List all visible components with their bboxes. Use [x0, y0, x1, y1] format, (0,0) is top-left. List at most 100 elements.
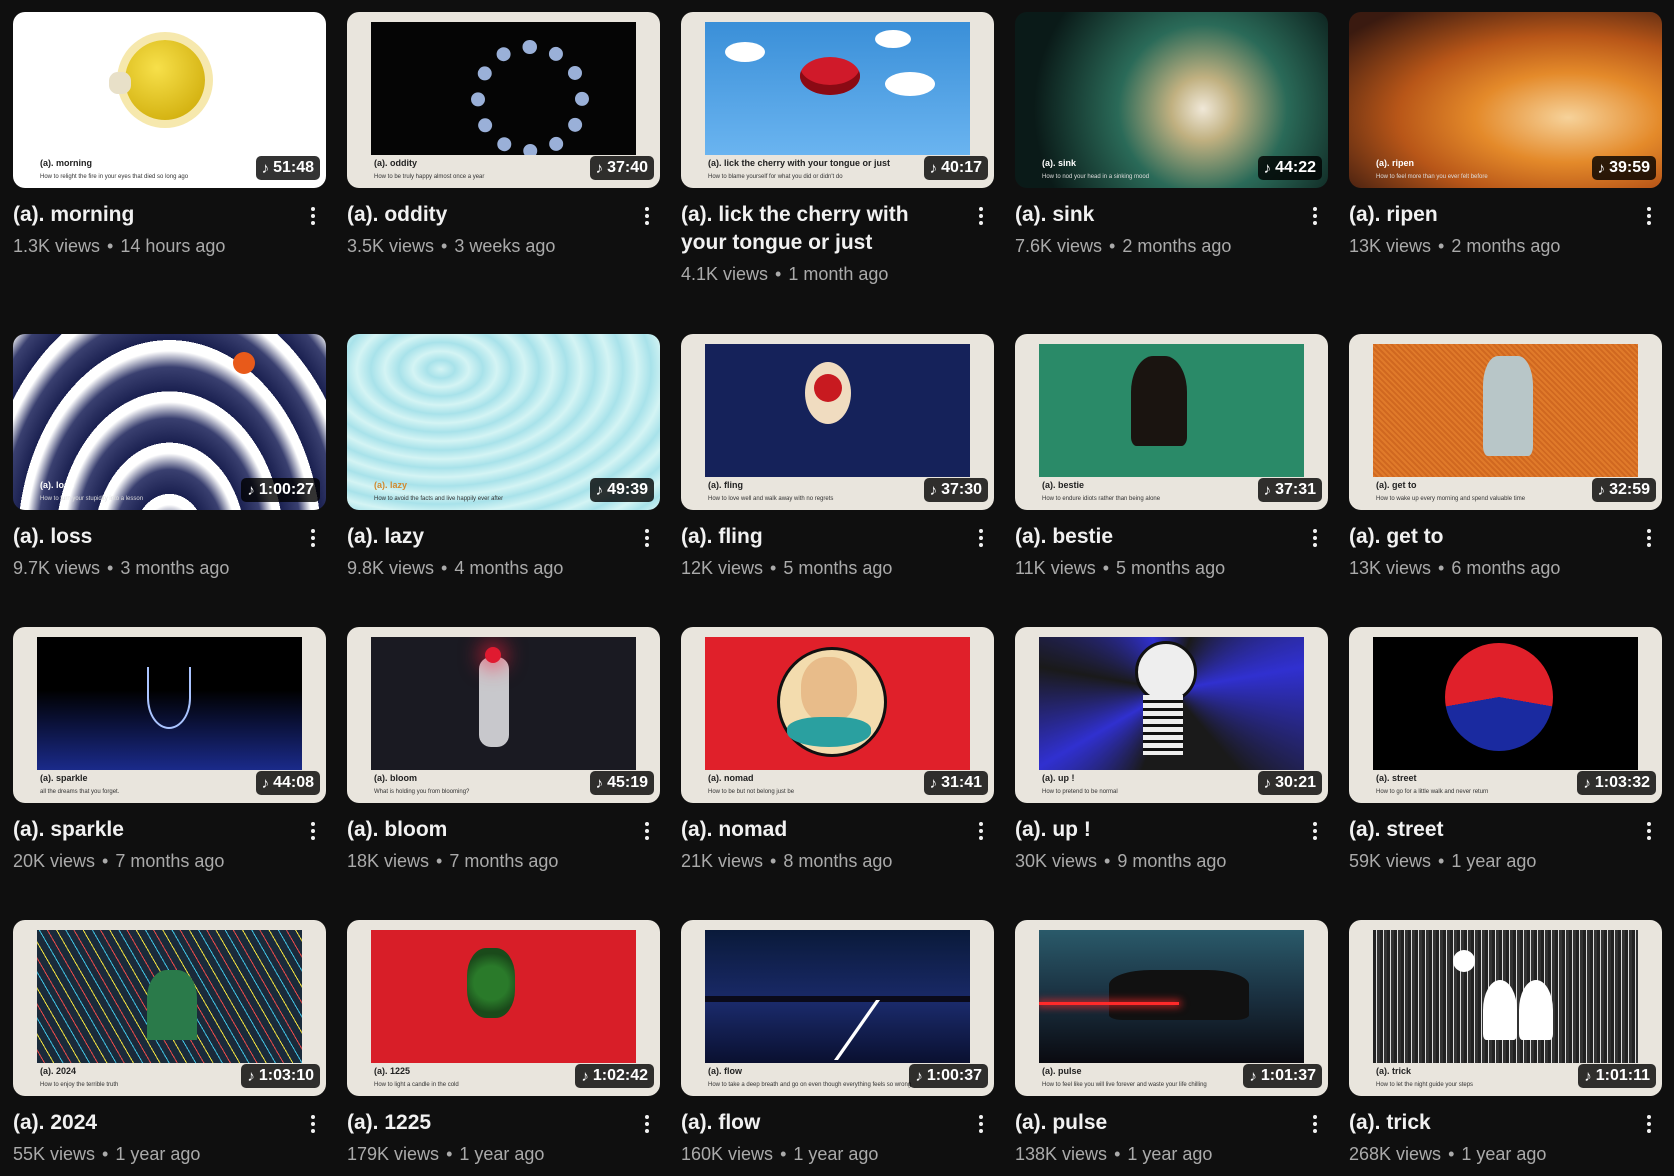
duration-badge: ♪ 51:48 — [255, 156, 320, 180]
thumbnail-caption-title: (a). oddity — [374, 158, 417, 168]
more-vert-icon[interactable] — [971, 818, 991, 844]
more-vert-icon[interactable] — [1639, 1111, 1659, 1137]
video-card[interactable]: (a). sink How to nod your head in a sink… — [1015, 12, 1328, 334]
upload-age: 14 hours ago — [120, 236, 226, 256]
video-title[interactable]: (a). 1225 — [347, 1109, 624, 1137]
more-vert-icon[interactable] — [637, 525, 657, 551]
video-card[interactable]: (a). street How to go for a little walk … — [1349, 627, 1662, 920]
video-title[interactable]: (a). trick — [1349, 1109, 1626, 1137]
video-thumbnail[interactable]: (a). fling How to love well and walk awa… — [681, 334, 994, 510]
video-title[interactable]: (a). pulse — [1015, 1109, 1292, 1137]
thumbnail-caption-subtitle: How to go for a little walk and never re… — [1376, 789, 1489, 795]
video-card[interactable]: (a). 1225 How to light a candle in the c… — [347, 920, 660, 1176]
more-vert-icon[interactable] — [1305, 203, 1325, 229]
more-vert-icon[interactable] — [971, 1111, 991, 1137]
video-title[interactable]: (a). sparkle — [13, 816, 290, 844]
video-thumbnail[interactable]: (a). lazy How to avoid the facts and liv… — [347, 334, 660, 510]
video-card[interactable]: (a). ripen How to feel more than you eve… — [1349, 12, 1662, 334]
video-title[interactable]: (a). sink — [1015, 201, 1292, 229]
video-title[interactable]: (a). street — [1349, 816, 1626, 844]
video-thumbnail[interactable]: (a). pulse How to feel like you will liv… — [1015, 920, 1328, 1096]
more-vert-icon[interactable] — [1305, 818, 1325, 844]
video-thumbnail[interactable]: (a). street How to go for a little walk … — [1349, 627, 1662, 803]
video-thumbnail[interactable]: (a). loss How to turn your stupidity int… — [13, 334, 326, 510]
video-title[interactable]: (a). 2024 — [13, 1109, 290, 1137]
video-stats: 13K views • 6 months ago — [1349, 557, 1626, 579]
video-card[interactable]: (a). loss How to turn your stupidity int… — [13, 334, 326, 627]
video-title[interactable]: (a). bestie — [1015, 523, 1292, 551]
more-vert-icon[interactable] — [1305, 1111, 1325, 1137]
more-vert-icon[interactable] — [1639, 203, 1659, 229]
more-vert-icon[interactable] — [971, 203, 991, 229]
video-thumbnail[interactable]: (a). bestie How to endure idiots rather … — [1015, 334, 1328, 510]
video-title[interactable]: (a). morning — [13, 201, 290, 229]
upload-age: 1 year ago — [1451, 851, 1537, 871]
video-title[interactable]: (a). nomad — [681, 816, 958, 844]
video-card[interactable]: (a). trick How to let the night guide yo… — [1349, 920, 1662, 1176]
more-vert-icon[interactable] — [637, 203, 657, 229]
more-vert-icon[interactable] — [303, 525, 323, 551]
duration-text: 1:01:37 — [1260, 1067, 1316, 1084]
video-stats: 12K views • 5 months ago — [681, 557, 958, 579]
more-vert-icon[interactable] — [1639, 525, 1659, 551]
more-vert-icon[interactable] — [971, 525, 991, 551]
video-title[interactable]: (a). oddity — [347, 201, 624, 229]
video-card[interactable]: (a). lazy How to avoid the facts and liv… — [347, 334, 660, 627]
video-card[interactable]: (a). oddity How to be truly happy almost… — [347, 12, 660, 334]
video-thumbnail[interactable]: (a). 1225 How to light a candle in the c… — [347, 920, 660, 1096]
duration-text: 30:21 — [1275, 774, 1316, 791]
video-card[interactable]: (a). flow How to take a deep breath and … — [681, 920, 994, 1176]
video-title[interactable]: (a). loss — [13, 523, 290, 551]
more-vert-icon[interactable] — [303, 1111, 323, 1137]
thumbnail-caption-title: (a). up ! — [1042, 773, 1075, 783]
video-title[interactable]: (a). lick the cherry with your tongue or… — [681, 201, 958, 257]
video-thumbnail[interactable]: (a). flow How to take a deep breath and … — [681, 920, 994, 1096]
video-thumbnail[interactable]: (a). lick the cherry with your tongue or… — [681, 12, 994, 188]
video-card[interactable]: (a). pulse How to feel like you will liv… — [1015, 920, 1328, 1176]
video-thumbnail[interactable]: (a). nomad How to be but not belong just… — [681, 627, 994, 803]
upload-age: 1 year ago — [459, 1144, 545, 1164]
duration-badge: ♪ 1:00:27 — [241, 478, 320, 502]
video-title[interactable]: (a). flow — [681, 1109, 958, 1137]
video-thumbnail[interactable]: (a). oddity How to be truly happy almost… — [347, 12, 660, 188]
thumbnail-caption-subtitle: How to relight the fire in your eyes tha… — [40, 174, 189, 180]
video-card[interactable]: (a). bestie How to endure idiots rather … — [1015, 334, 1328, 627]
video-title[interactable]: (a). ripen — [1349, 201, 1626, 229]
video-card[interactable]: (a). 2024 How to enjoy the terrible trut… — [13, 920, 326, 1176]
video-card[interactable]: (a). morning How to relight the fire in … — [13, 12, 326, 334]
video-thumbnail[interactable]: (a). sparkle all the dreams that you for… — [13, 627, 326, 803]
more-vert-icon[interactable] — [303, 818, 323, 844]
view-count: 21K views — [681, 851, 764, 871]
thumbnail-caption-subtitle: How to love well and walk away with no r… — [708, 496, 834, 502]
more-vert-icon[interactable] — [1639, 818, 1659, 844]
video-card[interactable]: (a). up ! How to pretend to be normal ♪ … — [1015, 627, 1328, 920]
music-note-icon: ♪ — [261, 159, 270, 177]
video-card[interactable]: (a). nomad How to be but not belong just… — [681, 627, 994, 920]
video-title[interactable]: (a). get to — [1349, 523, 1626, 551]
video-card[interactable]: (a). lick the cherry with your tongue or… — [681, 12, 994, 334]
video-title[interactable]: (a). lazy — [347, 523, 624, 551]
video-thumbnail[interactable]: (a). trick How to let the night guide yo… — [1349, 920, 1662, 1096]
video-thumbnail[interactable]: (a). ripen How to feel more than you eve… — [1349, 12, 1662, 188]
video-card[interactable]: (a). bloom What is holding you from bloo… — [347, 627, 660, 920]
video-title[interactable]: (a). fling — [681, 523, 958, 551]
video-stats: 179K views • 1 year ago — [347, 1143, 624, 1165]
video-thumbnail[interactable]: (a). up ! How to pretend to be normal ♪ … — [1015, 627, 1328, 803]
more-vert-icon[interactable] — [303, 203, 323, 229]
video-card[interactable]: (a). fling How to love well and walk awa… — [681, 334, 994, 627]
more-vert-icon[interactable] — [637, 818, 657, 844]
video-thumbnail[interactable]: (a). get to How to wake up every morning… — [1349, 334, 1662, 510]
video-thumbnail[interactable]: (a). morning How to relight the fire in … — [13, 12, 326, 188]
thumbnail-frame — [1373, 344, 1638, 477]
video-title[interactable]: (a). up ! — [1015, 816, 1292, 844]
more-vert-icon[interactable] — [1305, 525, 1325, 551]
video-thumbnail[interactable]: (a). bloom What is holding you from bloo… — [347, 627, 660, 803]
video-title[interactable]: (a). bloom — [347, 816, 624, 844]
duration-badge: ♪ 1:03:10 — [241, 1064, 320, 1088]
more-vert-icon[interactable] — [637, 1111, 657, 1137]
duration-text: 1:00:37 — [926, 1067, 982, 1084]
video-card[interactable]: (a). sparkle all the dreams that you for… — [13, 627, 326, 920]
video-thumbnail[interactable]: (a). sink How to nod your head in a sink… — [1015, 12, 1328, 188]
video-thumbnail[interactable]: (a). 2024 How to enjoy the terrible trut… — [13, 920, 326, 1096]
video-card[interactable]: (a). get to How to wake up every morning… — [1349, 334, 1662, 627]
